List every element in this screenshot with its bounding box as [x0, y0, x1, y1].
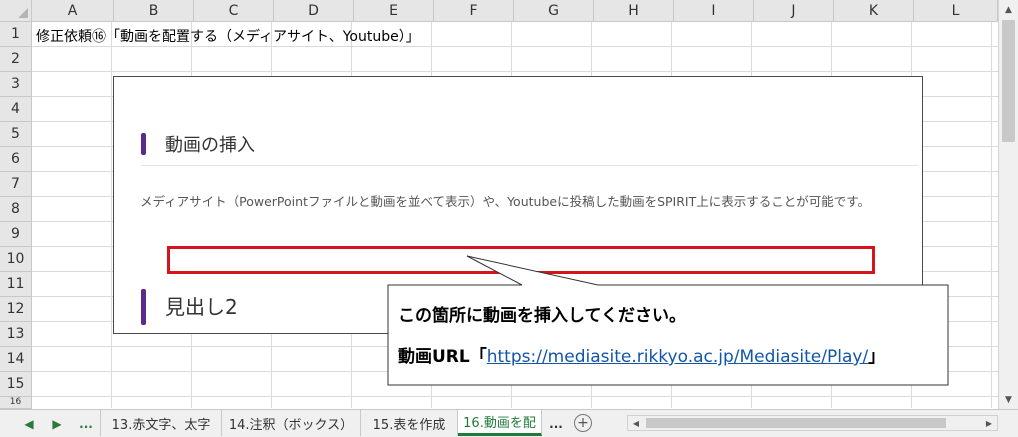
column-header-f[interactable]: F	[434, 0, 514, 22]
column-header-c[interactable]: C	[194, 0, 274, 22]
tab-13[interactable]: 13.赤文字、太字	[100, 410, 222, 436]
row-header-8[interactable]: 8	[0, 197, 32, 222]
callout-url-prefix: 動画URL「	[398, 347, 487, 367]
heading-2: 見出し2	[165, 295, 238, 319]
heading-divider	[141, 165, 918, 166]
tab-15[interactable]: 15.表を作成	[361, 410, 458, 436]
spreadsheet: A B C D E F G H I J K L 1 2 3 4 5 6 7 8 …	[0, 0, 1018, 437]
column-header-h[interactable]: H	[594, 0, 674, 22]
row-header-2[interactable]: 2	[0, 47, 32, 72]
row-header-9[interactable]: 9	[0, 222, 32, 247]
row-header-11[interactable]: 11	[0, 272, 32, 297]
video-insert-description: メディアサイト（PowerPointファイルと動画を並べて表示）や、Youtub…	[140, 194, 870, 209]
column-header-j[interactable]: J	[754, 0, 834, 22]
video-placement-highlight[interactable]	[167, 246, 875, 274]
tab-scroll-left-icon[interactable]: ◀	[22, 414, 36, 434]
tab-ellipsis-right[interactable]: ...	[546, 414, 566, 434]
row-header-14[interactable]: 14	[0, 347, 32, 372]
mediasite-url-link[interactable]: https://mediasite.rikkyo.ac.jp/Mediasite…	[487, 347, 868, 367]
column-header-e[interactable]: E	[354, 0, 434, 22]
horizontal-scroll-thumb[interactable]	[646, 418, 946, 428]
add-sheet-icon[interactable]: +	[574, 414, 592, 432]
column-header-g[interactable]: G	[514, 0, 594, 22]
callout-url-line: 動画URL「https://mediasite.rikkyo.ac.jp/Med…	[398, 342, 885, 367]
callout-instruction: この箇所に動画を挿入してください。	[398, 306, 686, 326]
row-header-12[interactable]: 12	[0, 297, 32, 322]
tab-14[interactable]: 14.注釈（ボックス）	[222, 410, 361, 436]
column-header-i[interactable]: I	[674, 0, 754, 22]
column-header-a[interactable]: A	[32, 0, 114, 22]
heading-accent-bar	[141, 133, 146, 155]
scroll-left-icon[interactable]: ◀	[629, 416, 643, 430]
scroll-right-icon[interactable]: ▶	[982, 416, 996, 430]
select-all-corner[interactable]	[0, 0, 32, 22]
heading2-accent-bar	[141, 289, 146, 325]
row-header-6[interactable]: 6	[0, 147, 32, 172]
row-header-7[interactable]: 7	[0, 172, 32, 197]
scroll-down-icon[interactable]: ▼	[1001, 392, 1016, 408]
callout-url-suffix: 」	[868, 347, 886, 367]
row-header-5[interactable]: 5	[0, 122, 32, 147]
tab-16-active[interactable]: 16.動画を配	[458, 410, 542, 436]
row-header-13[interactable]: 13	[0, 322, 32, 347]
horizontal-scrollbar[interactable]: ◀ ▶	[627, 415, 998, 431]
tab-scroll-right-icon[interactable]: ▶	[50, 414, 64, 434]
cell-a1-text: 修正依頼⑯「動画を配置する（メディアサイト、Youtube）」	[36, 29, 420, 45]
scroll-up-icon[interactable]: ▲	[1001, 2, 1016, 18]
row-header-4[interactable]: 4	[0, 97, 32, 122]
column-header-k[interactable]: K	[834, 0, 914, 22]
column-header-b[interactable]: B	[114, 0, 194, 22]
embedded-screenshot-image[interactable]: 動画の挿入 メディアサイト（PowerPointファイルと動画を並べて表示）や、…	[113, 76, 923, 334]
row-header-10[interactable]: 10	[0, 247, 32, 272]
row-header-3[interactable]: 3	[0, 72, 32, 97]
sheet-tab-bar: ◀ ▶ ... 13.赤文字、太字 14.注釈（ボックス） 15.表を作成 16…	[0, 409, 1018, 437]
video-insert-heading: 動画の挿入	[165, 135, 255, 156]
row-header-16[interactable]: 16	[0, 397, 32, 409]
column-header-d[interactable]: D	[274, 0, 354, 22]
vertical-scroll-thumb[interactable]	[1002, 20, 1015, 142]
row-header-1[interactable]: 1	[0, 22, 32, 47]
tab-ellipsis-left[interactable]: ...	[76, 414, 96, 434]
column-header-l[interactable]: L	[914, 0, 998, 22]
row-header-15[interactable]: 15	[0, 372, 32, 397]
vertical-scrollbar[interactable]: ▲ ▼	[998, 0, 1018, 409]
